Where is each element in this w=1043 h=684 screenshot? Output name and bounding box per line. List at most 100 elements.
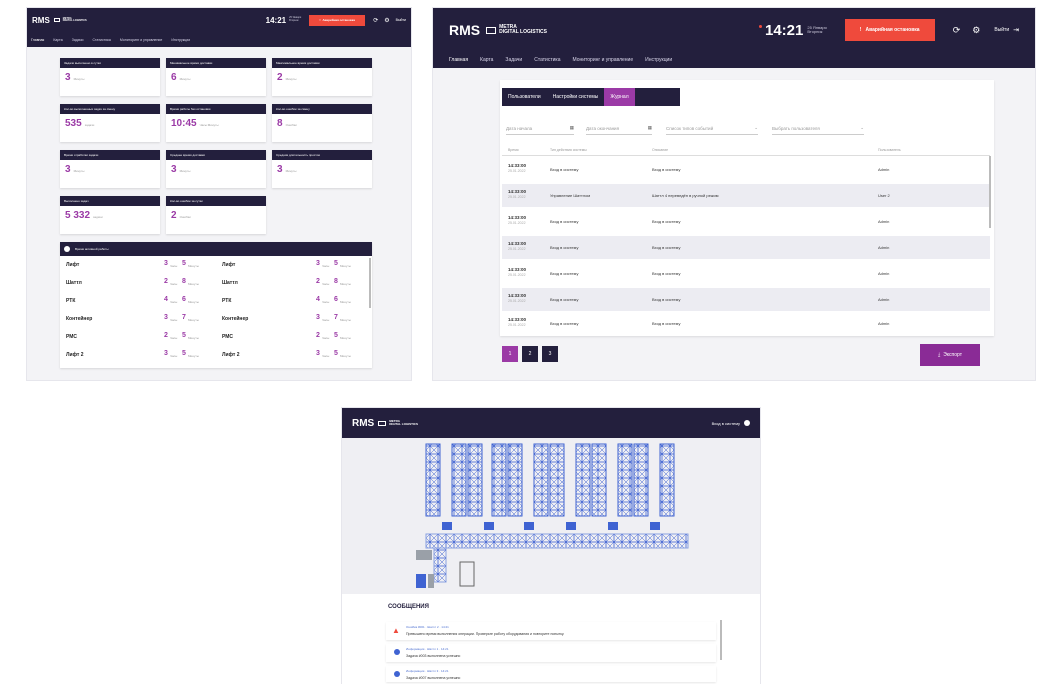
item-hours: 2 xyxy=(316,332,320,339)
stat-card: Кол-во ошибок за сутки 2 Ошибки xyxy=(166,196,266,234)
minute-unit: Минуты xyxy=(188,282,199,286)
event-type-select[interactable]: Список типов событий ⌄ xyxy=(666,122,758,135)
page-button-2[interactable]: 2 xyxy=(522,346,538,362)
table-row[interactable]: 14:33:00 25.01.2022 Вход в систему Вход в… xyxy=(502,210,990,233)
nav-item-map[interactable]: Карта xyxy=(53,38,62,42)
logout-button[interactable]: Выйти xyxy=(994,27,1009,33)
date-weekday: Вторник xyxy=(807,29,823,34)
refresh-icon[interactable]: ⟳ xyxy=(953,25,961,36)
logout-button[interactable]: Выйти xyxy=(396,18,406,22)
message-meta: Информация · Шаттл 3 · 14:21 xyxy=(406,669,449,673)
login-button[interactable]: Вход в систему xyxy=(712,421,740,426)
export-label: Экспорт xyxy=(943,352,962,358)
item-name: Контейнер xyxy=(222,316,249,322)
table-row[interactable]: 14:33:00 25.01.2022 Вход в систему Вход в… xyxy=(502,158,990,181)
page-button-3[interactable]: 3 xyxy=(542,346,558,362)
logo[interactable]: RMS METRA DIGITAL LOGISTICS xyxy=(352,418,418,429)
item-minutes: 7 xyxy=(334,314,338,321)
stat-card-value: 6 xyxy=(171,72,177,83)
date-weekday: Вторник xyxy=(289,19,299,22)
item-minutes: 5 xyxy=(182,260,186,267)
app-header: RMS METRA DIGITAL LOGISTICS Вход в систе… xyxy=(342,408,760,438)
gear-icon[interactable]: ⚙ xyxy=(972,25,980,36)
tab-users[interactable]: Пользователи xyxy=(502,88,547,106)
table-scrollbar[interactable] xyxy=(989,156,991,228)
table-row[interactable]: 14:33:00 25.01.2022 Вход в систему Вход в… xyxy=(502,236,990,259)
date-to-placeholder: Дата окончания xyxy=(586,125,620,131)
item-minutes: 6 xyxy=(182,296,186,303)
table-header: Время Тип действия системы Описание Поль… xyxy=(502,144,990,156)
logo[interactable]: RMS METRA DIGITAL LOGISTICS xyxy=(32,16,87,25)
stat-card: Время отработки задачи 3 Минуты xyxy=(60,150,160,188)
row-type: Вход в систему xyxy=(550,271,579,276)
item-hours: 3 xyxy=(164,350,168,357)
message-item[interactable]: Информация · Шаттл 3 · 14:21 Задача #007… xyxy=(386,666,716,682)
info-icon xyxy=(394,649,400,655)
table-row[interactable]: 14:33:00 25.01.2022 Вход в систему Вход в… xyxy=(502,312,990,335)
stat-card-unit: Минуты xyxy=(73,77,85,81)
stat-card-unit: Часы:Минуты xyxy=(199,123,219,127)
message-item[interactable]: ▲ Ошибка #001 · Шаттл 2 · 14:21 Превышен… xyxy=(386,622,716,640)
row-date: 25.01.2022 xyxy=(508,220,526,225)
col-time: Время xyxy=(508,148,519,152)
tab-journal[interactable]: Журнал xyxy=(604,88,635,106)
emergency-stop-button[interactable]: ! Аварийная остановка xyxy=(844,19,935,41)
refresh-icon[interactable]: ⟳ xyxy=(373,17,378,24)
list-item: Лифт 3 Часы 5 Минуты Лифт 3 Часы 5 Минут… xyxy=(60,260,370,272)
estop-label: Аварийная остановка xyxy=(865,27,920,33)
item-hours: 2 xyxy=(164,278,168,285)
item-name: РМС xyxy=(222,334,234,340)
logo[interactable]: RMS METRA DIGITAL LOGISTICS xyxy=(449,22,547,38)
nav-item-stats[interactable]: Статистика xyxy=(92,38,110,42)
stat-card: Кол-во ошибок за смену 8 Ошибки xyxy=(272,104,372,142)
table-row[interactable]: 14:33:00 25.01.2022 Вход в систему Вход в… xyxy=(502,288,990,311)
export-button[interactable]: ⤓ Экспорт xyxy=(920,344,980,366)
date-from-field[interactable]: Дата начала ▦ xyxy=(506,122,574,135)
messages-title: СООБЩЕНИЯ xyxy=(388,604,429,610)
table-row[interactable]: 14:33:00 25.01.2022 Управление Шаттлом Ша… xyxy=(502,184,990,207)
nav-item-instructions[interactable]: Инструкции xyxy=(171,38,190,42)
table-row[interactable]: 14:33:00 25.01.2022 Вход в систему Вход в… xyxy=(502,262,990,285)
item-minutes: 8 xyxy=(182,278,186,285)
stat-card-unit: Минуты xyxy=(285,169,297,173)
page-button-1[interactable]: 1 xyxy=(502,346,518,362)
nav-item-home[interactable]: Главная xyxy=(31,38,44,42)
stat-card-title: Задачи выполнено в сутки xyxy=(60,58,160,68)
minute-unit: Минуты xyxy=(340,282,351,286)
message-text: Задача #007 выполнена успешно xyxy=(406,676,461,680)
user-icon[interactable] xyxy=(744,420,750,426)
messages-scrollbar[interactable] xyxy=(720,620,722,660)
date: 25 Января Вторник xyxy=(807,25,826,35)
clock: 14:21 xyxy=(265,15,287,25)
gear-icon[interactable]: ⚙ xyxy=(384,17,389,24)
nav-item-tasks[interactable]: Задачи xyxy=(505,57,522,63)
hour-unit: Часы xyxy=(170,318,178,322)
item-name: РТК xyxy=(222,298,232,304)
col-user: Пользователь xyxy=(878,148,901,152)
item-name: Лифт 2 xyxy=(66,352,84,358)
row-description: Вход в систему xyxy=(652,245,681,250)
nav-item-instructions[interactable]: Инструкции xyxy=(645,57,672,63)
nav-item-tasks[interactable]: Задачи xyxy=(72,38,84,42)
emergency-stop-button[interactable]: ! Аварийная остановка xyxy=(309,14,366,26)
logo-text: RMS xyxy=(449,22,481,38)
stat-card-unit: Ошибки xyxy=(179,215,191,219)
nav-item-map[interactable]: Карта xyxy=(480,57,493,63)
stat-card-title: Кол-во ошибок за сутки xyxy=(166,196,266,206)
message-item[interactable]: Информация · Шаттл 1 · 14:21 Задача #003… xyxy=(386,644,716,662)
list-item: Шаттл 2 Часы 8 Минуты Шаттл 2 Часы 8 Мин… xyxy=(60,278,370,290)
list-item: РТК 4 Часы 6 Минуты РТК 4 Часы 6 Минуты xyxy=(60,296,370,308)
logout-icon[interactable]: ⇥ xyxy=(1013,26,1019,34)
nav-item-stats[interactable]: Статистика xyxy=(534,57,560,63)
stat-card: Время работы без остановки 10:45 Часы:Мин… xyxy=(166,104,266,142)
tab-system-settings[interactable]: Настройки системы xyxy=(547,88,605,106)
nav-item-monitoring[interactable]: Мониторинг и управление xyxy=(572,57,633,63)
col-type: Тип действия системы xyxy=(550,148,587,152)
item-hours: 3 xyxy=(316,314,320,321)
nav-item-monitoring[interactable]: Мониторинг и управление xyxy=(120,38,162,42)
warehouse-map[interactable] xyxy=(342,438,760,594)
user-select[interactable]: Выбрать пользователя ⌄ xyxy=(772,122,864,135)
minute-unit: Минуты xyxy=(340,300,351,304)
nav-item-home[interactable]: Главная xyxy=(449,57,468,63)
date-to-field[interactable]: Дата окончания ▦ xyxy=(586,122,652,135)
